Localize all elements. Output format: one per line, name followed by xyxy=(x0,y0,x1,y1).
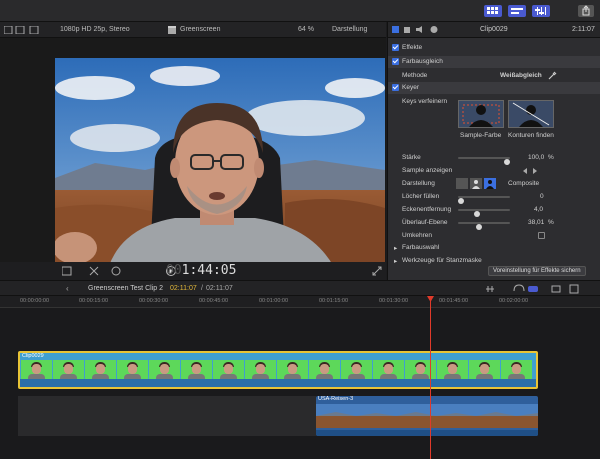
zoom-menu[interactable]: 64 % xyxy=(298,26,314,33)
background-clip-filmstrip xyxy=(316,404,538,428)
fill-holes-slider[interactable] xyxy=(458,196,510,204)
background-clip[interactable]: USA-Reisen-3 xyxy=(316,396,538,436)
edge-distance-value[interactable]: 4,0 xyxy=(534,206,543,213)
display-mode-value: Composite xyxy=(508,180,540,187)
clip-thumbnail xyxy=(469,360,500,380)
view-options-icons[interactable] xyxy=(4,26,44,34)
sample-nav-arrows[interactable] xyxy=(522,167,538,175)
fullscreen-icon[interactable] xyxy=(372,266,382,276)
clip-thumbnail xyxy=(117,360,148,380)
timeline: Clip0029 USA-Reisen-3 xyxy=(0,308,600,459)
clip-thumbnail xyxy=(437,360,468,380)
edge-distance-row: Eckenentfernung 4,0 xyxy=(388,204,600,217)
clip-thumbnail xyxy=(373,360,404,380)
keyer-row[interactable]: Keyer xyxy=(388,82,600,94)
spill-level-row: Überlauf-Ebene 38,01 % xyxy=(388,217,600,230)
effects-checkbox[interactable] xyxy=(392,44,399,51)
clip-thumbnail xyxy=(53,360,84,380)
display-mode-buttons[interactable] xyxy=(456,178,498,189)
timeline-header: ‹ Greenscreen Test Clip 2 02:11:07 / 02:… xyxy=(0,280,600,296)
background-clip-title: USA-Reisen-3 xyxy=(318,396,354,402)
timeline-toggle-button[interactable] xyxy=(508,5,526,17)
spill-level-slider[interactable] xyxy=(458,222,510,230)
save-preset-button[interactable]: Voreinstellung für Effekte sichern xyxy=(488,266,586,276)
clip-thumbnail xyxy=(277,360,308,380)
view-menu[interactable]: Darstellung xyxy=(332,26,367,33)
audio-waveform xyxy=(20,379,536,387)
edges-icon xyxy=(512,102,550,127)
refine-labels: Sample-Farbe Konturen finden xyxy=(388,130,600,142)
grid-icon xyxy=(487,7,498,14)
clip-thumbnail xyxy=(245,360,276,380)
clip-thumbnail xyxy=(149,360,180,380)
clip-thumbnail xyxy=(21,360,52,380)
find-edges-button[interactable] xyxy=(508,100,554,128)
main-clip[interactable]: Clip0029 xyxy=(18,351,538,389)
back-arrow-icon[interactable]: ‹ xyxy=(66,284,69,293)
keyer-checkbox[interactable] xyxy=(392,84,399,91)
playhead[interactable] xyxy=(430,296,431,459)
clip-duration: 2:11:07 xyxy=(572,26,595,33)
timeline-icon xyxy=(511,8,523,14)
share-icon xyxy=(582,5,590,16)
viewer xyxy=(0,38,386,280)
invert-checkbox[interactable] xyxy=(538,232,545,239)
sample-color-label: Sample-Farbe xyxy=(460,132,502,139)
color-balance-checkbox[interactable] xyxy=(392,58,399,65)
eyedropper-icon[interactable] xyxy=(548,71,557,80)
disclosure-icon: ▸ xyxy=(394,245,398,252)
clip-thumbnail xyxy=(309,360,340,380)
strength-slider[interactable] xyxy=(458,157,510,165)
clip-thumbnail xyxy=(213,360,244,380)
timeline-position: 02:11:07 xyxy=(170,285,197,292)
invert-row: Umkehren xyxy=(388,230,600,242)
strength-value[interactable]: 100,0 xyxy=(528,154,544,161)
format-label: 1080p HD 25p, Stereo xyxy=(60,26,130,33)
disclosure-icon: ▸ xyxy=(394,258,398,265)
viewer-header: 1080p HD 25p, Stereo Greenscreen 64 % Da… xyxy=(0,22,386,38)
background-audio xyxy=(316,430,538,436)
viewer-controls: 001:44:05 xyxy=(0,262,386,280)
timeline-clip-label: Greenscreen Test Clip 2 xyxy=(88,285,163,292)
timeline-ruler[interactable]: 00:00:00:00 00:00:15:00 00:00:30:00 00:0… xyxy=(0,296,600,308)
inspector-tabs-icons[interactable] xyxy=(392,26,440,34)
strength-row: Stärke 100,0 % xyxy=(388,152,600,165)
color-balance-row[interactable]: Farbausgleich xyxy=(388,56,600,68)
timecode-display: 001:44:05 xyxy=(166,263,237,278)
edge-distance-slider[interactable] xyxy=(458,209,510,217)
clip-thumbnail xyxy=(501,360,532,380)
empty-track xyxy=(18,396,316,436)
find-edges-label: Konturen finden xyxy=(508,132,554,139)
clip-thumbnail xyxy=(85,360,116,380)
display-row: Darstellung Composite xyxy=(402,178,540,189)
sample-color-icon xyxy=(462,104,500,127)
spill-level-value[interactable]: 38,01 xyxy=(528,219,544,226)
top-toolbar xyxy=(0,0,600,22)
clip-thumbnail xyxy=(341,360,372,380)
clip-thumbnail xyxy=(405,360,436,380)
effects-row: Effekte xyxy=(388,42,600,54)
share-button[interactable] xyxy=(578,5,594,17)
show-sample-row: Sample anzeigen xyxy=(388,165,600,177)
transform-tools[interactable] xyxy=(62,266,132,276)
inspector-header: Clip0029 2:11:07 xyxy=(388,22,600,38)
library-toggle-button[interactable] xyxy=(484,5,502,17)
color-selection-row[interactable]: ▸ Farbauswahl xyxy=(388,242,600,254)
main-clip-title: Clip0029 xyxy=(22,353,44,359)
timeline-tools[interactable] xyxy=(484,284,594,294)
inspector: Clip0029 2:11:07 Effekte Farbausgleich M… xyxy=(387,22,600,280)
project-title: Greenscreen xyxy=(180,26,221,33)
sample-color-button[interactable] xyxy=(458,100,504,128)
clapper-icon xyxy=(168,26,176,34)
sliders-icon xyxy=(535,7,546,15)
fill-holes-value[interactable]: 0 xyxy=(540,193,544,200)
method-select[interactable]: Weißabgleich xyxy=(500,72,542,79)
method-row: Methode Weißabgleich xyxy=(388,70,600,82)
clip-name: Clip0029 xyxy=(480,26,508,33)
clip-thumbnail xyxy=(181,360,212,380)
video-frame xyxy=(55,58,385,280)
timeline-total: 02:11:07 xyxy=(206,285,233,292)
inspector-toggle-button[interactable] xyxy=(532,5,550,17)
fill-holes-row: Löcher füllen 0 xyxy=(388,191,600,204)
